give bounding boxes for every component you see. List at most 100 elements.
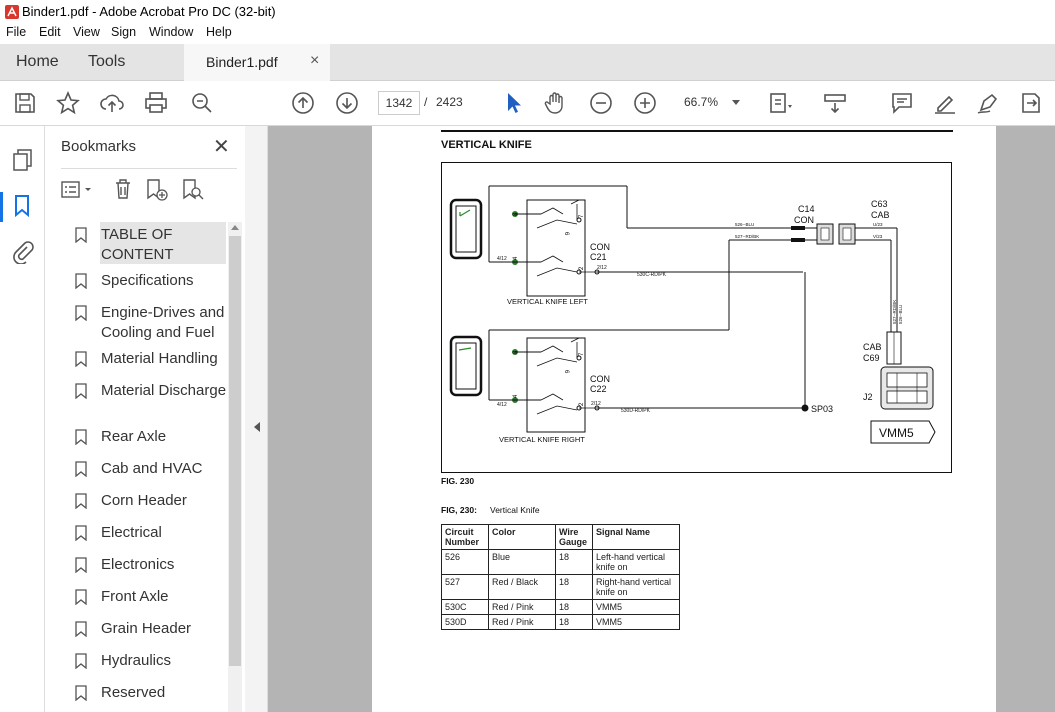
new-bookmark-icon[interactable] bbox=[145, 178, 169, 202]
tab-tools[interactable]: Tools bbox=[88, 53, 125, 71]
total-pages: 2423 bbox=[436, 95, 463, 109]
con-c21-label-1: CON bbox=[590, 242, 610, 252]
wire-530d-label: 530D-RD/PK bbox=[621, 408, 651, 414]
menu-view[interactable]: View bbox=[73, 25, 100, 39]
page-fit-icon[interactable] bbox=[767, 90, 793, 116]
j2-label: J2 bbox=[863, 392, 873, 402]
menu-file[interactable]: File bbox=[6, 25, 26, 39]
bookmark-icon bbox=[75, 685, 87, 701]
comment-icon[interactable] bbox=[889, 90, 915, 116]
vmm5-label: VMM5 bbox=[879, 426, 914, 440]
con-c22-label-2: C22 bbox=[590, 384, 607, 394]
zoom-out-icon[interactable] bbox=[588, 90, 614, 116]
wire-526-vertical-label: 526--BLU bbox=[898, 305, 903, 324]
bookmark-options-icon[interactable] bbox=[61, 180, 95, 200]
ref-2-12: 2/12 bbox=[591, 401, 601, 407]
print-icon[interactable] bbox=[143, 90, 169, 116]
table-cell: 526 bbox=[441, 549, 489, 575]
bookmark-icon bbox=[75, 351, 87, 367]
bookmark-icon bbox=[75, 461, 87, 477]
bookmark-icon bbox=[75, 525, 87, 541]
bookmark-label: Specifications bbox=[101, 272, 194, 289]
upload-cloud-icon[interactable] bbox=[99, 90, 125, 116]
delete-bookmark-icon[interactable] bbox=[113, 178, 133, 200]
bookmark-label: TABLE OF CONTENT bbox=[101, 226, 174, 263]
wire-530c-label: 530C-RD/PK bbox=[637, 272, 667, 278]
table-cell: 18 bbox=[555, 574, 593, 600]
bookmark-icon bbox=[75, 305, 87, 321]
right-switch-label: VERTICAL KNIFE RIGHT bbox=[499, 435, 585, 444]
attachment-paperclip-icon[interactable] bbox=[12, 240, 34, 264]
wire-table: Circuit Number Color Wire Gauge Signal N… bbox=[441, 524, 680, 630]
table-cell: 527 bbox=[441, 574, 489, 600]
table-header: Wire Gauge bbox=[555, 524, 593, 550]
cab-c69-label-2: C69 bbox=[863, 353, 880, 363]
bookmark-label: Material Discharge bbox=[101, 382, 227, 399]
table-cell: VMM5 bbox=[592, 614, 680, 630]
ref-v23: V/23 bbox=[873, 234, 883, 239]
navigation-rail bbox=[0, 126, 45, 712]
table-cell: Right-hand vertical knife on bbox=[592, 574, 680, 600]
zoom-dropdown-chevron-icon[interactable] bbox=[732, 100, 740, 105]
star-icon[interactable] bbox=[55, 90, 81, 116]
find-bookmark-icon[interactable] bbox=[181, 178, 205, 202]
previous-page-icon[interactable] bbox=[290, 90, 316, 116]
c63-label-2: CAB bbox=[871, 210, 890, 220]
scroll-mode-icon[interactable] bbox=[822, 90, 848, 116]
close-tab-icon[interactable]: × bbox=[310, 52, 319, 70]
next-page-icon[interactable] bbox=[334, 90, 360, 116]
bookmark-label: Front Axle bbox=[101, 588, 169, 605]
select-cursor-icon[interactable] bbox=[500, 90, 526, 116]
bookmark-label: Material Handling bbox=[101, 350, 218, 367]
menu-sign[interactable]: Sign bbox=[111, 25, 136, 39]
acrobat-logo-icon bbox=[5, 5, 19, 19]
bookmark-label: Reserved bbox=[101, 684, 166, 701]
close-panel-icon[interactable]: ✕ bbox=[213, 134, 230, 159]
bookmarks-scroll-thumb[interactable] bbox=[229, 236, 241, 666]
table-header: Signal Name bbox=[592, 524, 680, 550]
con-c22-label-1: CON bbox=[590, 374, 610, 384]
zoom-in-icon[interactable] bbox=[632, 90, 658, 116]
table-cell: 530C bbox=[441, 599, 489, 615]
tab-document-label: Binder1.pdf bbox=[206, 54, 278, 70]
scroll-up-arrow-icon[interactable] bbox=[231, 225, 239, 230]
bookmark-label: Corn Header bbox=[101, 492, 187, 509]
title-bar: Binder1.pdf - Adobe Acrobat Pro DC (32-b… bbox=[0, 0, 1055, 24]
hand-tool-icon[interactable] bbox=[543, 90, 569, 116]
cab-c69-label-1: CAB bbox=[863, 342, 882, 352]
sign-icon[interactable] bbox=[975, 90, 1001, 116]
highlight-pen-icon[interactable] bbox=[932, 90, 958, 116]
menu-window[interactable]: Window bbox=[149, 25, 193, 39]
collapse-arrow-icon[interactable] bbox=[254, 422, 260, 432]
tab-document[interactable]: Binder1.pdf × bbox=[184, 44, 330, 81]
bookmark-label: Electrical bbox=[101, 524, 162, 541]
table-cell: Left-hand vertical knife on bbox=[592, 549, 680, 575]
bookmark-icon bbox=[75, 493, 87, 509]
more-tools-icon[interactable] bbox=[1018, 90, 1044, 116]
save-icon[interactable] bbox=[12, 90, 38, 116]
page-separator: / bbox=[424, 95, 428, 109]
bookmark-label: Rear Axle bbox=[101, 428, 167, 445]
panel-divider bbox=[61, 168, 237, 169]
table-cell: 18 bbox=[555, 599, 593, 615]
table-header: Color bbox=[488, 524, 556, 550]
panel-collapse-bar[interactable] bbox=[245, 126, 268, 712]
section-title: VERTICAL KNIFE bbox=[441, 139, 532, 151]
wire-526-label: 526--BLU bbox=[735, 222, 754, 227]
page-thumbnails-icon[interactable] bbox=[12, 148, 34, 172]
table-cell: Red / Pink bbox=[488, 599, 556, 615]
ref-4-12: 4/12 bbox=[497, 256, 507, 262]
menu-help[interactable]: Help bbox=[206, 25, 232, 39]
bookmark-icon bbox=[75, 429, 87, 445]
menu-edit[interactable]: Edit bbox=[39, 25, 61, 39]
zoom-level-select[interactable]: 66.7% bbox=[684, 95, 718, 109]
tab-home[interactable]: Home bbox=[16, 53, 59, 71]
table-cell: Red / Pink bbox=[488, 614, 556, 630]
table-header-row: Circuit Number Color Wire Gauge Signal N… bbox=[441, 524, 680, 550]
zoom-search-icon[interactable] bbox=[189, 90, 215, 116]
bookmark-panel-icon[interactable] bbox=[14, 194, 30, 218]
page-number-input[interactable]: 1342 bbox=[378, 91, 420, 115]
window-title: Binder1.pdf - Adobe Acrobat Pro DC (32-b… bbox=[22, 4, 276, 19]
c14-label-1: C14 bbox=[798, 204, 815, 214]
page-header-rule bbox=[441, 130, 953, 132]
